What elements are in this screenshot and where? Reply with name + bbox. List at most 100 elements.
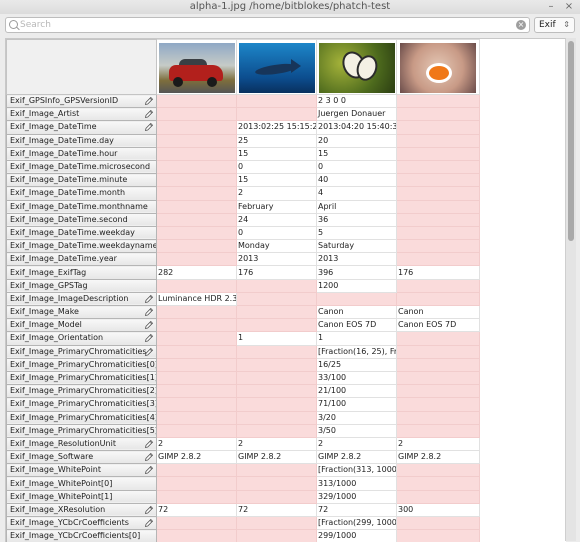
row-header[interactable]: Exif_Image_Make [6,304,157,320]
table-cell[interactable] [236,107,317,122]
table-cell[interactable] [156,133,237,148]
row-header[interactable]: Exif_Image_GPSTag [6,278,157,293]
table-cell[interactable]: 2013:04:20 15:40:36 [316,120,397,135]
close-icon[interactable]: × [563,1,575,13]
vertical-scrollbar[interactable] [565,38,576,541]
row-header[interactable]: Exif_Image_PrimaryChromaticities[4] [6,410,157,425]
pencil-icon[interactable] [144,465,154,475]
table-cell[interactable] [236,397,317,412]
table-cell[interactable]: GIMP 2.8.2 [396,450,480,465]
table-cell[interactable] [156,529,237,542]
row-header[interactable]: Exif_Image_WhitePoint[0] [6,476,157,491]
table-cell[interactable] [396,357,480,372]
row-header[interactable]: Exif_Image_ImageDescription [6,291,157,307]
row-header[interactable]: Exif_Image_PrimaryChromaticities[0] [6,357,157,372]
table-cell[interactable]: 24 [236,212,317,227]
table-cell[interactable]: February [236,199,317,214]
table-cell[interactable] [396,515,480,531]
table-cell[interactable] [236,318,317,333]
pencil-icon[interactable] [144,452,154,462]
table-cell[interactable] [156,318,237,333]
table-cell[interactable] [396,423,480,438]
table-cell[interactable] [156,515,237,531]
table-cell[interactable]: 0 [316,159,397,175]
table-cell[interactable] [156,239,237,254]
table-cell[interactable] [396,186,480,201]
filter-select[interactable]: Exif ⇕ [534,17,575,33]
row-header[interactable]: Exif_Image_DateTime [6,120,157,135]
thumbnail-cell[interactable] [236,39,317,95]
table-cell[interactable] [156,199,237,214]
table-cell[interactable]: 16/25 [316,357,397,372]
pencil-icon[interactable] [144,294,154,304]
minimize-icon[interactable]: – [545,1,557,13]
table-cell[interactable] [396,212,480,227]
row-header[interactable]: Exif_Image_DateTime.weekdayname [6,239,157,254]
table-cell[interactable] [156,397,237,412]
table-cell[interactable] [236,423,317,438]
table-cell[interactable] [396,107,480,122]
pencil-icon[interactable] [144,109,154,119]
table-cell[interactable]: 72 [316,502,397,518]
table-cell[interactable] [156,384,237,399]
row-header[interactable]: Exif_Image_Software [6,450,157,465]
thumbnail-butterfly[interactable] [318,43,395,93]
table-cell[interactable]: April [316,199,397,214]
table-cell[interactable]: 396 [316,265,397,280]
table-cell[interactable]: 1 [236,331,317,346]
table-cell[interactable] [156,120,237,135]
table-cell[interactable] [236,410,317,425]
table-cell[interactable] [396,93,480,109]
table-cell[interactable] [236,463,317,478]
table-cell[interactable] [396,291,480,307]
thumbnail-clownfish[interactable] [400,43,476,93]
row-header[interactable]: Exif_Image_DateTime.year [6,252,157,267]
table-cell[interactable] [156,212,237,227]
table-cell[interactable]: 176 [236,265,317,280]
row-header[interactable]: Exif_Image_DateTime.second [6,212,157,227]
table-cell[interactable]: 15 [316,146,397,161]
table-cell[interactable]: 3/50 [316,423,397,438]
table-cell[interactable]: 71/100 [316,397,397,412]
table-cell[interactable] [236,489,317,504]
table-cell[interactable]: Juergen Donauer [316,107,397,122]
pencil-icon[interactable] [144,122,154,132]
table-cell[interactable] [396,529,480,542]
table-cell[interactable]: 2 [396,436,480,452]
row-header[interactable]: Exif_Image_XResolution [6,502,157,518]
table-cell[interactable]: Canon EOS 7D [316,318,397,333]
row-header[interactable]: Exif_Image_ResolutionUnit [6,436,157,452]
table-cell[interactable] [156,344,237,359]
thumbnail-red-classic-car[interactable] [158,43,235,93]
row-header[interactable]: Exif_Image_PrimaryChromaticities[5] [6,423,157,438]
table-cell[interactable]: 1 [316,331,397,346]
clear-search-icon[interactable]: × [516,20,526,30]
table-cell[interactable] [396,384,480,399]
table-cell[interactable] [156,252,237,267]
row-header[interactable]: Exif_Image_YCbCrCoefficients [6,515,157,531]
table-cell[interactable] [396,252,480,267]
row-header[interactable]: Exif_Image_DateTime.day [6,133,157,148]
table-cell[interactable]: 2 [236,436,317,452]
table-cell[interactable]: 176 [396,265,480,280]
row-header[interactable]: Exif_Image_DateTime.microsecond [6,159,157,175]
row-header[interactable]: Exif_Image_Model [6,318,157,333]
table-cell[interactable] [236,476,317,491]
table-cell[interactable] [156,489,237,504]
table-cell[interactable]: 313/1000 [316,476,397,491]
row-header[interactable]: Exif_Image_DateTime.monthname [6,199,157,214]
table-cell[interactable]: 282 [156,265,237,280]
table-cell[interactable]: Canon [316,304,397,320]
table-cell[interactable] [396,344,480,359]
table-cell[interactable] [156,107,237,122]
table-cell[interactable] [156,225,237,241]
table-cell[interactable]: 2 [156,436,237,452]
row-header[interactable]: Exif_Image_PrimaryChromaticities[1] [6,370,157,386]
row-header[interactable]: Exif_Image_PrimaryChromaticities[2] [6,384,157,399]
table-cell[interactable] [236,529,317,542]
table-cell[interactable] [396,489,480,504]
table-cell[interactable] [156,304,237,320]
row-header[interactable]: Exif_Image_DateTime.hour [6,146,157,161]
table-cell[interactable] [156,186,237,201]
row-header[interactable]: Exif_GPSInfo_GPSVersionID [6,93,157,109]
